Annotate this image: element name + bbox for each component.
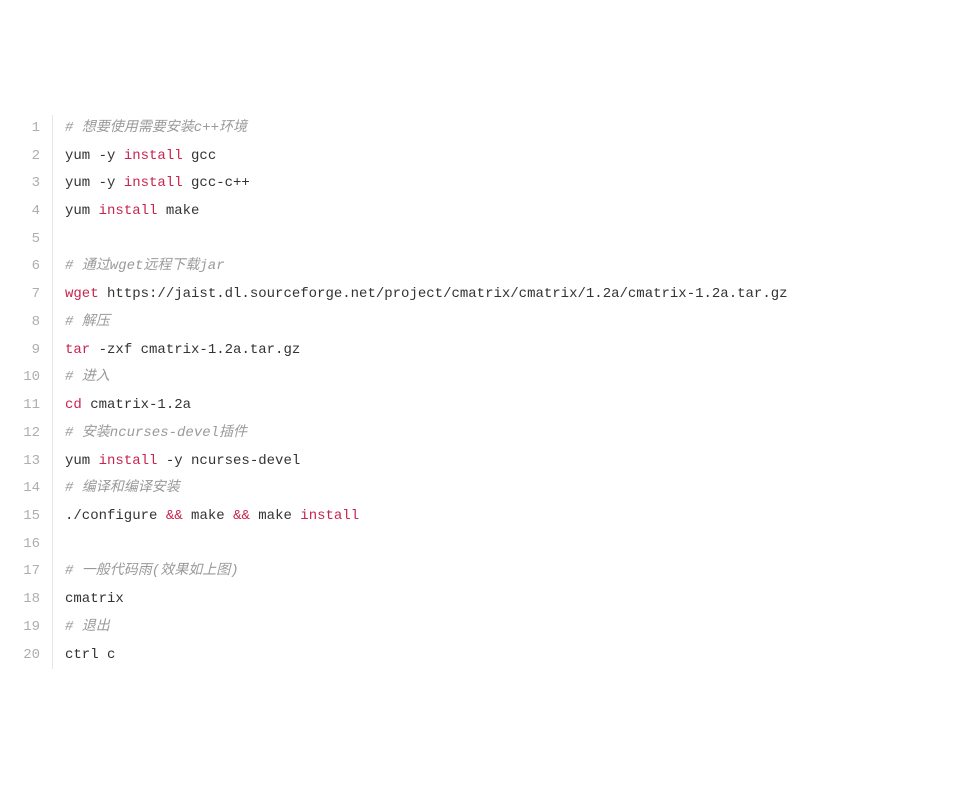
- code-token: # 进入: [65, 369, 110, 385]
- line-content: yum -y install gcc: [53, 143, 976, 171]
- code-token: make: [183, 508, 233, 524]
- line-content: wget https://jaist.dl.sourceforge.net/pr…: [53, 281, 976, 309]
- line-content: ./configure && make && make install: [53, 503, 976, 531]
- code-token: # 想要使用需要安装c++环境: [65, 120, 247, 136]
- line-content: # 编译和编译安装: [53, 475, 976, 503]
- line-number: 3: [0, 170, 53, 198]
- line-number: 5: [0, 226, 53, 254]
- code-token: make: [250, 508, 300, 524]
- code-line: 17 # 一般代码雨(效果如上图): [0, 558, 976, 586]
- code-line: 15./configure && make && make install: [0, 503, 976, 531]
- code-token: install: [99, 453, 158, 469]
- code-token: # 安装ncurses-devel插件: [65, 425, 247, 441]
- code-token: # 一般代码雨(效果如上图): [65, 563, 239, 579]
- code-line: 18 cmatrix: [0, 586, 976, 614]
- code-token: yum -y: [65, 175, 124, 191]
- code-line: 19 # 退出: [0, 614, 976, 642]
- code-line: 5: [0, 226, 976, 254]
- line-content: yum -y install gcc-c++: [53, 170, 976, 198]
- line-number: 20: [0, 642, 53, 670]
- code-line: 4yum install make: [0, 198, 976, 226]
- line-number: 13: [0, 448, 53, 476]
- line-number: 18: [0, 586, 53, 614]
- code-line: 2yum -y install gcc: [0, 143, 976, 171]
- line-number: 9: [0, 337, 53, 365]
- code-token: gcc: [183, 148, 217, 164]
- code-line: 20 ctrl c: [0, 642, 976, 670]
- code-token: ./configure: [65, 508, 166, 524]
- code-line: 11cd cmatrix-1.2a: [0, 392, 976, 420]
- code-line: 8 # 解压: [0, 309, 976, 337]
- code-line: 3yum -y install gcc-c++: [0, 170, 976, 198]
- code-token: -y ncurses-devel: [157, 453, 300, 469]
- code-token: &&: [166, 508, 183, 524]
- line-number: 10: [0, 364, 53, 392]
- line-content: ctrl c: [53, 642, 976, 670]
- code-line: 10 # 进入: [0, 364, 976, 392]
- line-number: 7: [0, 281, 53, 309]
- line-content: # 一般代码雨(效果如上图): [53, 558, 976, 586]
- line-number: 12: [0, 420, 53, 448]
- line-content: yum install -y ncurses-devel: [53, 448, 976, 476]
- line-content: # 安装ncurses-devel插件: [53, 420, 976, 448]
- code-block: 1# 想要使用需要安装c++环境2yum -y install gcc3yum …: [0, 115, 976, 669]
- line-number: 2: [0, 143, 53, 171]
- line-number: 16: [0, 531, 53, 559]
- code-line: 9tar -zxf cmatrix-1.2a.tar.gz: [0, 337, 976, 365]
- code-token: wget: [65, 286, 99, 302]
- code-token: cmatrix: [65, 591, 124, 607]
- code-token: # 通过wget远程下载jar: [65, 258, 225, 274]
- line-number: 1: [0, 115, 53, 143]
- code-token: # 编译和编译安装: [65, 480, 180, 496]
- code-token: install: [124, 175, 183, 191]
- code-token: make: [157, 203, 199, 219]
- line-number: 6: [0, 253, 53, 281]
- code-token: -zxf cmatrix-1.2a.tar.gz: [90, 342, 300, 358]
- line-number: 4: [0, 198, 53, 226]
- code-token: yum -y: [65, 148, 124, 164]
- line-content: tar -zxf cmatrix-1.2a.tar.gz: [53, 337, 976, 365]
- line-number: 17: [0, 558, 53, 586]
- line-number: 15: [0, 503, 53, 531]
- code-token: yum: [65, 453, 99, 469]
- code-line: 13yum install -y ncurses-devel: [0, 448, 976, 476]
- line-content: cmatrix: [53, 586, 976, 614]
- line-number: 11: [0, 392, 53, 420]
- code-line: 7wget https://jaist.dl.sourceforge.net/p…: [0, 281, 976, 309]
- line-content: cd cmatrix-1.2a: [53, 392, 976, 420]
- line-content: # 进入: [53, 364, 976, 392]
- line-content: # 想要使用需要安装c++环境: [53, 115, 976, 143]
- line-content: # 退出: [53, 614, 976, 642]
- code-line: 1 # 想要使用需要安装c++环境: [0, 115, 976, 143]
- code-token: # 解压: [65, 314, 110, 330]
- line-content: yum install make: [53, 198, 976, 226]
- code-line: 16: [0, 531, 976, 559]
- code-token: cd: [65, 397, 82, 413]
- code-token: tar: [65, 342, 90, 358]
- code-token: yum: [65, 203, 99, 219]
- code-token: install: [300, 508, 359, 524]
- line-number: 19: [0, 614, 53, 642]
- code-token: install: [124, 148, 183, 164]
- code-line: 12 # 安装ncurses-devel插件: [0, 420, 976, 448]
- line-content: # 解压: [53, 309, 976, 337]
- line-number: 8: [0, 309, 53, 337]
- code-token: ctrl c: [65, 647, 115, 663]
- code-token: gcc-c++: [183, 175, 250, 191]
- code-token: &&: [233, 508, 250, 524]
- code-token: install: [99, 203, 158, 219]
- line-number: 14: [0, 475, 53, 503]
- code-token: cmatrix-1.2a: [82, 397, 191, 413]
- code-line: 14 # 编译和编译安装: [0, 475, 976, 503]
- code-token: https://jaist.dl.sourceforge.net/project…: [99, 286, 788, 302]
- line-content: # 通过wget远程下载jar: [53, 253, 976, 281]
- code-line: 6 # 通过wget远程下载jar: [0, 253, 976, 281]
- code-token: # 退出: [65, 619, 110, 635]
